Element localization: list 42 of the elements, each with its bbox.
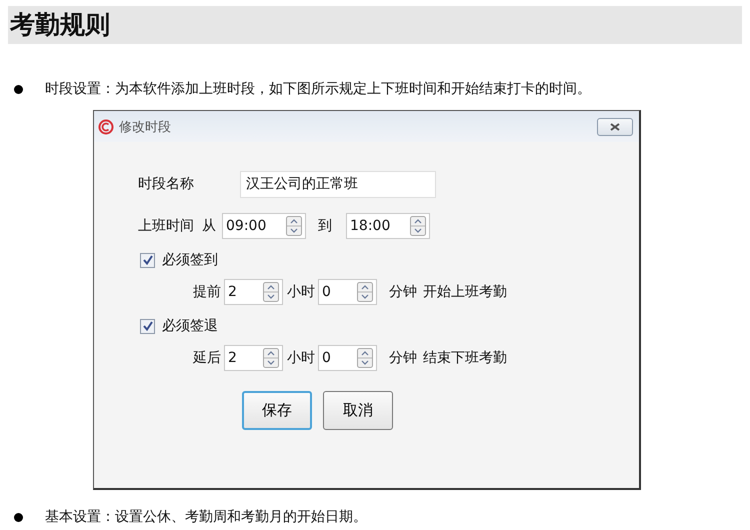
bullet-icon: [14, 512, 23, 522]
label: 分钟: [389, 349, 417, 367]
label: 结束下班考勤: [423, 349, 507, 367]
spin-field[interactable]: 2: [224, 345, 283, 371]
spin-field[interactable]: 0: [318, 279, 377, 305]
paragraph: 时段设置：为本软件添加上班时段，如下图所示规定上下班时间和开始结束打卡的时间。: [45, 80, 591, 98]
spin-field[interactable]: 18:00: [346, 213, 430, 239]
spin-field[interactable]: 0: [318, 345, 377, 371]
label: 提前: [193, 283, 221, 301]
spinner-icon[interactable]: [410, 216, 426, 236]
label: 开始上班考勤: [423, 283, 507, 301]
dialog-button[interactable]: 取消: [323, 391, 393, 430]
spinner-icon[interactable]: [357, 348, 373, 368]
section-heading: 考勤规则: [8, 6, 742, 44]
label: 从: [202, 217, 216, 235]
input-field[interactable]: 汉王公司的正常班: [240, 170, 436, 198]
label: 上班时间: [138, 217, 194, 235]
spin-field[interactable]: 2: [224, 279, 283, 305]
checkbox[interactable]: [140, 318, 155, 334]
label: 分钟: [389, 283, 417, 301]
spinner-icon[interactable]: [263, 348, 279, 368]
label: 必须签到: [162, 251, 218, 269]
close-button[interactable]: [597, 118, 633, 136]
spin-field[interactable]: 09:00: [222, 213, 306, 239]
bullet-icon: [14, 84, 23, 94]
label: 必须签退: [162, 317, 218, 335]
label: 延后: [193, 349, 221, 367]
label: 到: [318, 217, 332, 235]
spinner-icon[interactable]: [263, 282, 279, 302]
spinner-icon[interactable]: [286, 216, 302, 236]
label: 小时: [287, 349, 315, 367]
paragraph: 基本设置：设置公休、考勤周和考勤月的开始日期。: [45, 508, 367, 526]
label: 时段名称: [138, 175, 195, 193]
check-icon: [142, 320, 154, 332]
spinner-icon[interactable]: [357, 282, 373, 302]
dialog-button[interactable]: 保存: [242, 391, 312, 430]
checkbox[interactable]: [140, 252, 155, 268]
app-logo-icon: [98, 118, 114, 134]
close-icon: [609, 122, 621, 132]
label: 小时: [287, 283, 315, 301]
window-title: 修改时段: [119, 118, 172, 136]
check-icon: [142, 254, 154, 266]
